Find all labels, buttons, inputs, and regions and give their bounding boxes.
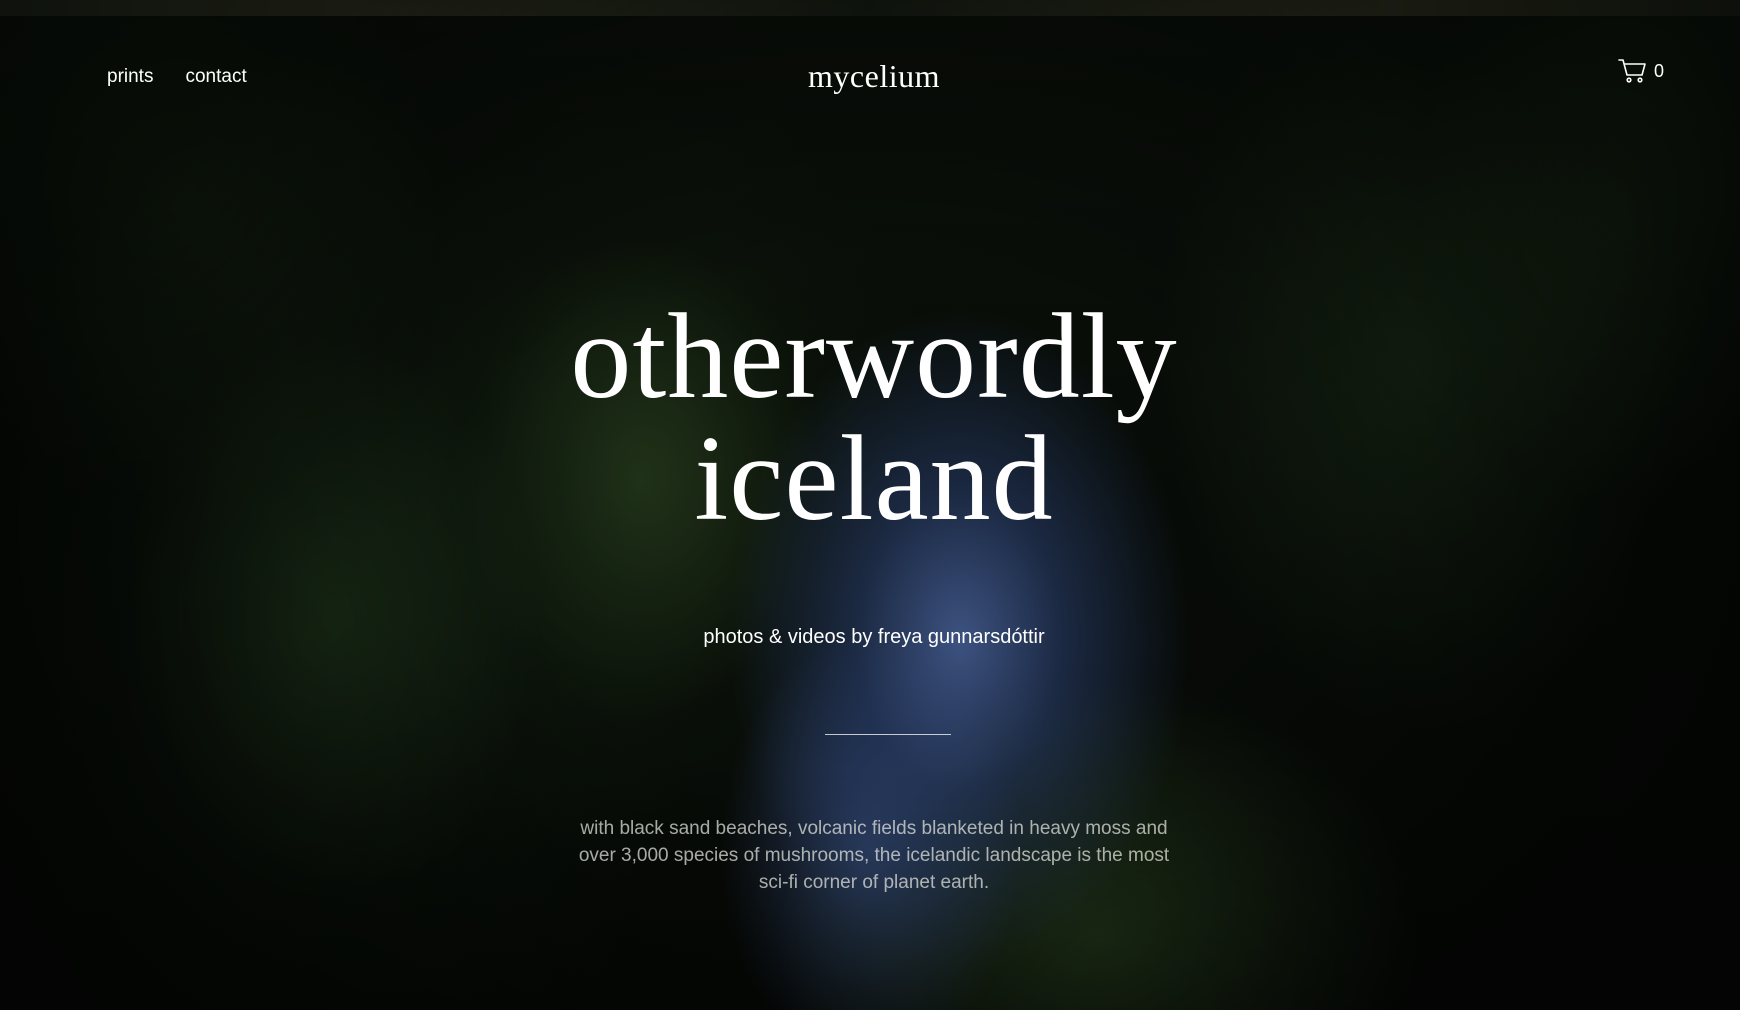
hero-byline: photos & videos by freya gunnarsdóttir bbox=[703, 626, 1045, 648]
cart-count: 0 bbox=[1654, 60, 1665, 81]
hero-description: with black sand beaches, volcanic fields… bbox=[578, 818, 1170, 893]
site-logo[interactable]: mycelium bbox=[0, 58, 1740, 95]
hero-title-line2: iceland bbox=[694, 411, 1054, 546]
cart-button[interactable]: 0 bbox=[1618, 58, 1664, 84]
divider-line bbox=[825, 734, 951, 735]
hero-title-line1: otherwordly bbox=[570, 289, 1178, 424]
page: prints contact mycelium 0 otherwordly ic… bbox=[0, 0, 1740, 1010]
cart-icon bbox=[1618, 58, 1648, 84]
hero-title: otherwordly iceland bbox=[0, 296, 1740, 540]
